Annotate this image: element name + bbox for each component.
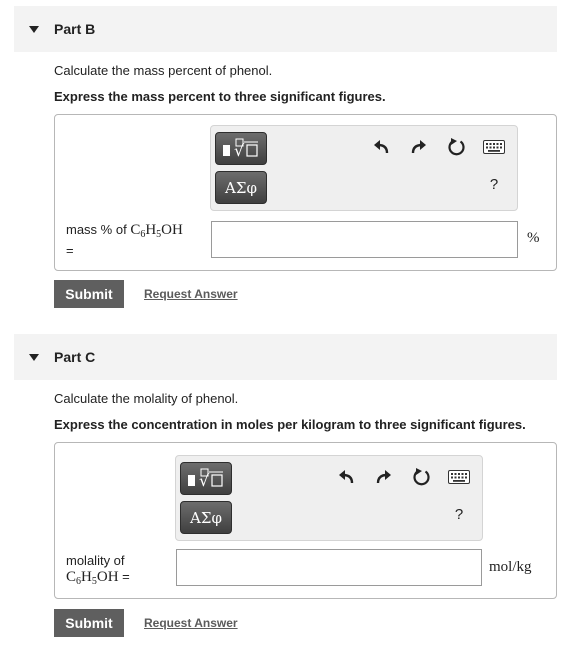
unit-label: %	[527, 230, 540, 246]
templates-button[interactable]: √	[180, 462, 232, 495]
variable-label: mass % of C6H5OH =	[66, 222, 206, 259]
part-title: Part C	[54, 349, 96, 365]
help-icon[interactable]: ?	[448, 506, 470, 528]
collapse-caret-icon[interactable]	[29, 25, 39, 33]
math-toolbar: √ ΑΣφ ?	[210, 125, 518, 211]
undo-icon[interactable]	[371, 136, 393, 158]
redo-icon[interactable]	[372, 466, 394, 488]
redo-icon[interactable]	[407, 136, 429, 158]
chemical-formula: C6H5OH	[66, 569, 119, 587]
question-text: Calculate the mass percent of phenol.	[54, 63, 273, 78]
answer-input[interactable]	[211, 221, 518, 258]
templates-icon: √	[188, 468, 223, 490]
greek-letters-button[interactable]: ΑΣφ	[215, 171, 267, 204]
answer-box: √ ΑΣφ ? mass % of C6H5OH = %	[54, 114, 557, 271]
submit-button[interactable]: Submit	[54, 280, 124, 308]
reset-icon[interactable]	[446, 136, 468, 158]
undo-icon[interactable]	[336, 466, 358, 488]
question-text: Calculate the molality of phenol.	[54, 391, 239, 406]
math-toolbar: √ ΑΣφ ?	[175, 455, 483, 541]
part-title: Part B	[54, 21, 96, 37]
variable-prefix: molality of	[66, 553, 125, 568]
reset-icon[interactable]	[411, 466, 433, 488]
request-answer-link[interactable]: Request Answer	[144, 616, 238, 630]
help-icon[interactable]: ?	[483, 176, 505, 198]
instruction-text: Express the concentration in moles per k…	[54, 417, 526, 432]
collapse-caret-icon[interactable]	[29, 353, 39, 361]
submit-button[interactable]: Submit	[54, 609, 124, 637]
templates-button[interactable]: √	[215, 132, 267, 165]
unit-label: mol/kg	[489, 559, 532, 575]
answer-input[interactable]	[176, 549, 482, 586]
request-answer-link[interactable]: Request Answer	[144, 287, 238, 301]
equals-sign: =	[66, 243, 74, 258]
variable-label: molality of C6H5OH =	[66, 553, 176, 590]
instruction-text: Express the mass percent to three signif…	[54, 89, 386, 104]
keyboard-icon[interactable]	[448, 466, 470, 488]
equals-sign: =	[122, 569, 130, 584]
keyboard-icon[interactable]	[483, 136, 505, 158]
greek-letters-button[interactable]: ΑΣφ	[180, 501, 232, 534]
variable-prefix: mass % of	[66, 222, 127, 237]
answer-box: √ ΑΣφ ? molality of C6H5OH = mol/kg	[54, 442, 557, 599]
part-b-header[interactable]: Part B	[14, 6, 557, 52]
templates-icon: √	[223, 138, 258, 160]
part-c-header[interactable]: Part C	[14, 334, 557, 380]
chemical-formula: C6H5OH	[130, 222, 183, 240]
